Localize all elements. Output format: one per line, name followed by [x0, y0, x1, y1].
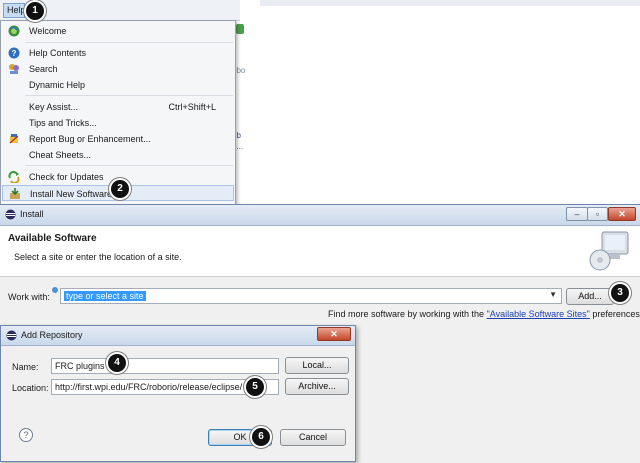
menu-item-key-assist[interactable]: Key Assist... Ctrl+Shift+L — [2, 99, 234, 115]
menu-item-label: Welcome — [29, 26, 67, 36]
install-software-icon — [9, 188, 21, 200]
page-subtitle: Select a site or enter the location of a… — [14, 252, 182, 262]
menu-separator — [25, 95, 233, 96]
install-header: Available Software Select a site or ente… — [0, 226, 640, 277]
name-field[interactable]: FRC plugins — [51, 358, 279, 374]
welcome-globe-icon — [8, 25, 20, 37]
name-label: Name: — [12, 362, 39, 372]
maximize-icon: ▫ — [595, 209, 600, 219]
cancel-button[interactable]: Cancel — [280, 429, 346, 446]
callout-4: 4 — [108, 354, 126, 372]
callout-3: 3 — [611, 284, 629, 302]
find-more-text: Find more software by working with the "… — [328, 309, 640, 319]
menu-item-label: Report Bug or Enhancement... — [29, 134, 151, 144]
menu-item-label: Install New Software... — [30, 189, 120, 199]
find-more-suffix: preferences. — [589, 309, 640, 319]
eclipse-icon — [6, 330, 17, 341]
menu-item-label: Check for Updates — [29, 172, 104, 182]
work-with-combo[interactable]: type or select a site ▼ — [60, 288, 562, 304]
menu-item-label: Search — [29, 64, 58, 74]
bug-report-icon — [8, 133, 20, 145]
close-icon: ✕ — [330, 329, 338, 339]
menu-item-help-contents[interactable]: ? Help Contents — [2, 45, 234, 61]
callout-6: 6 — [252, 428, 270, 446]
background-toolbar — [260, 0, 640, 6]
eclipse-icon — [5, 209, 16, 220]
install-titlebar: Install – ▫ ✕ — [0, 205, 640, 226]
page-title: Available Software — [8, 233, 97, 244]
monitor-cd-icon — [588, 230, 632, 272]
dialog-close-button[interactable]: ✕ — [317, 327, 351, 341]
menu-item-report-bug[interactable]: Report Bug or Enhancement... — [2, 131, 234, 147]
maximize-button[interactable]: ▫ — [587, 207, 608, 221]
work-with-value: type or select a site — [64, 291, 146, 301]
add-repository-dialog: Add Repository ✕ Name: FRC plugins Local… — [0, 325, 356, 462]
menu-separator — [25, 42, 233, 43]
menu-item-label: Tips and Tricks... — [29, 118, 97, 128]
local-button[interactable]: Local... — [285, 357, 349, 374]
menu-item-welcome[interactable]: Welcome — [2, 23, 234, 39]
minimize-button[interactable]: – — [566, 207, 588, 221]
callout-5: 5 — [246, 378, 264, 396]
close-icon: ✕ — [618, 209, 626, 219]
menu-separator — [25, 165, 233, 166]
search-people-icon — [8, 63, 20, 75]
add-repository-title: Add Repository — [21, 330, 83, 340]
work-with-label: Work with: — [8, 292, 50, 302]
menu-item-label: Dynamic Help — [29, 80, 86, 90]
menu-item-cheat-sheets[interactable]: Cheat Sheets... — [2, 147, 234, 163]
find-more-prefix: Find more software by working with the — [328, 309, 487, 319]
location-label: Location: — [12, 383, 49, 393]
menu-item-shortcut: Ctrl+Shift+L — [168, 102, 216, 112]
add-repository-titlebar: Add Repository ✕ — [1, 326, 355, 346]
help-circle-icon: ? — [8, 47, 20, 59]
svg-text:?: ? — [12, 49, 17, 58]
add-button[interactable]: Add... — [566, 288, 614, 305]
info-icon — [52, 287, 58, 293]
menu-item-tips-and-tricks[interactable]: Tips and Tricks... — [2, 115, 234, 131]
location-field[interactable]: http://first.wpi.edu/FRC/roborio/release… — [51, 379, 279, 395]
menu-item-label: Key Assist... — [29, 102, 79, 112]
run-icon — [236, 24, 244, 34]
help-menu: Welcome ? Help Contents Search Dynamic H… — [0, 20, 236, 206]
archive-button[interactable]: Archive... — [285, 378, 349, 395]
menubar-help[interactable]: Help — [3, 3, 26, 18]
menu-item-dynamic-help[interactable]: Dynamic Help — [2, 77, 234, 93]
help-icon[interactable]: ? — [19, 428, 33, 442]
callout-2: 2 — [111, 180, 129, 198]
minimize-icon: – — [574, 209, 580, 219]
menu-item-label: Cheat Sheets... — [29, 150, 92, 160]
callout-1: 1 — [26, 2, 44, 20]
install-window-title: Install — [20, 209, 44, 219]
menu-item-label: Help Contents — [29, 48, 87, 58]
close-button[interactable]: ✕ — [608, 207, 636, 221]
update-arrows-icon — [8, 171, 20, 184]
chevron-down-icon[interactable]: ▼ — [549, 290, 557, 299]
available-software-sites-link[interactable]: "Available Software Sites" — [487, 309, 590, 319]
menu-item-search[interactable]: Search — [2, 61, 234, 77]
